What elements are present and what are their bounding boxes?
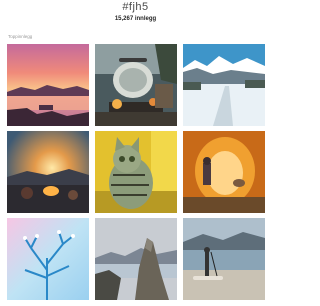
snowy-road-image [183, 44, 265, 126]
top-posts-label: Toppinnlegg [8, 34, 33, 39]
post-thumbnail[interactable] [7, 131, 89, 213]
campfire-image [7, 131, 89, 213]
beach-paddleboard-image [183, 218, 265, 300]
hashtag-title: #fjh5 [122, 1, 149, 13]
tent-image [183, 131, 265, 213]
camping-kettle-image [95, 44, 177, 126]
frosted-tree-image [7, 218, 89, 300]
post-thumbnail[interactable] [183, 218, 265, 300]
post-thumbnail[interactable] [7, 218, 89, 300]
hashtag-header: #fjh5 15,267 innlegg [0, 0, 271, 26]
post-thumbnail[interactable] [183, 44, 265, 126]
post-thumbnail[interactable] [95, 131, 177, 213]
post-thumbnail[interactable] [183, 131, 265, 213]
post-thumbnail[interactable] [7, 44, 89, 126]
sunset-lake-image [7, 44, 89, 126]
coastal-mountains-image [95, 218, 177, 300]
post-count: 15,267 innlegg [114, 16, 157, 22]
post-thumbnail[interactable] [95, 44, 177, 126]
cat-image [95, 131, 177, 213]
post-thumbnail[interactable] [95, 218, 177, 300]
post-grid [7, 44, 266, 300]
